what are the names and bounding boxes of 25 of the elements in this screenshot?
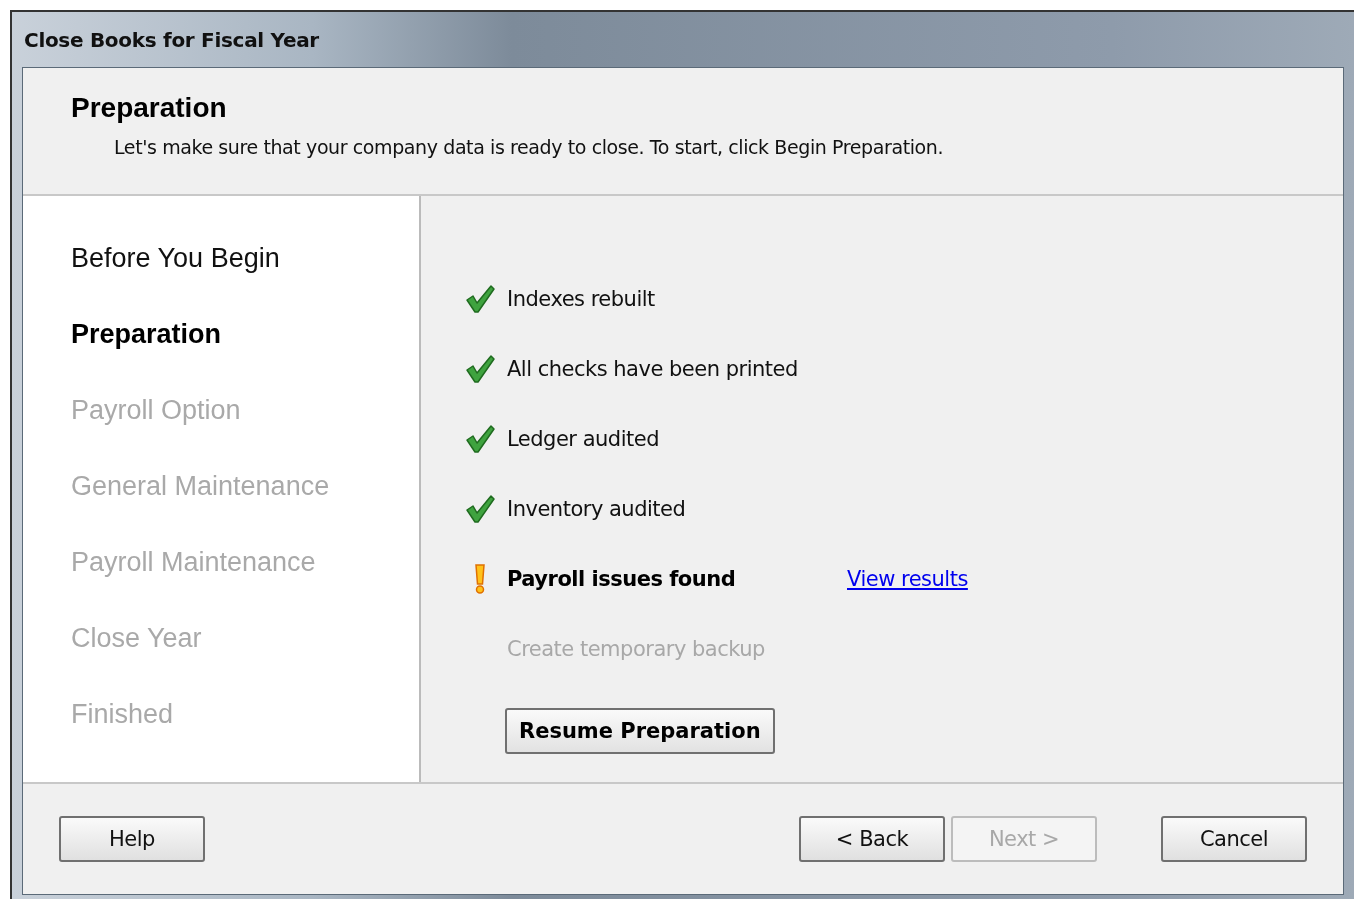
checkmark-icon — [465, 424, 495, 454]
window-title: Close Books for Fiscal Year — [24, 27, 319, 52]
checklist-item: Payroll issues found — [507, 567, 737, 591]
cancel-button[interactable]: Cancel — [1161, 816, 1307, 862]
checklist-item: Indexes rebuilt — [507, 287, 656, 311]
step-label: Payroll Maintenance — [71, 546, 317, 579]
checkmark-icon — [465, 284, 495, 314]
checklist-item: Inventory audited — [507, 497, 687, 521]
checklist-item: Create temporary backup — [507, 637, 766, 661]
checklist-item: All checks have been printed — [507, 357, 799, 381]
step-label: Finished — [71, 698, 175, 731]
page-description: Let's make sure that your company data is ready to close. To start, click Begin Preparation. — [114, 136, 945, 158]
resume-button[interactable]: Resume Preparation — [505, 708, 775, 754]
step-label: General Maintenance — [71, 470, 331, 503]
step-label: Before You Begin — [71, 242, 281, 275]
step-label: Preparation — [71, 318, 223, 351]
checkmark-icon — [465, 354, 495, 384]
step-label: Payroll Option — [71, 394, 242, 427]
view-results-link[interactable]: View results — [847, 567, 968, 591]
step-label: Close Year — [71, 622, 203, 655]
nav-button[interactable]: < Back — [799, 816, 945, 862]
help-button[interactable]: Help — [59, 816, 205, 862]
page-title: Preparation — [71, 92, 228, 124]
checkmark-icon — [465, 494, 495, 524]
checklist-item: Ledger audited — [507, 427, 660, 451]
